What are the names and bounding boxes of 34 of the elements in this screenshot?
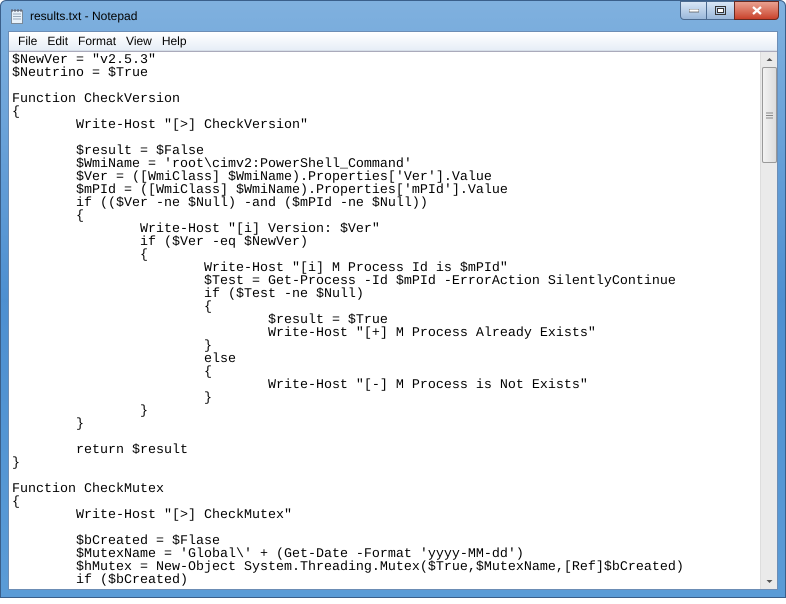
minimize-button[interactable] <box>680 1 707 20</box>
menu-item[interactable]: Format <box>73 32 122 50</box>
minimize-icon <box>688 8 698 12</box>
code-line: Write-Host "[+] M Process Already Exists" <box>266 326 596 341</box>
code-line: { <box>202 300 212 315</box>
maximize-icon <box>715 6 726 15</box>
menu-item[interactable]: View <box>121 32 157 50</box>
code-line: Write-Host "[>] CheckMutex" <box>75 508 292 523</box>
code-line: { <box>12 105 20 120</box>
menu-item[interactable]: Edit <box>42 32 74 50</box>
code-line: if ($bCreated) <box>75 573 188 588</box>
code-line: } <box>202 339 212 354</box>
menu-item[interactable]: Help <box>156 32 192 50</box>
notepad-icon <box>9 8 25 24</box>
code-line: } <box>75 417 84 432</box>
code-line: } <box>12 456 20 471</box>
code-line: Write-Host "[>] CheckVersion" <box>75 118 308 133</box>
close-icon <box>752 6 762 15</box>
vertical-scrollbar[interactable] <box>760 52 777 589</box>
window-title: results.txt - Notepad <box>30 8 138 25</box>
scrollbar-thumb[interactable] <box>762 67 776 163</box>
menu-item[interactable]: File <box>13 32 42 50</box>
grip-icon <box>766 112 772 118</box>
code-line: } <box>202 391 212 406</box>
code-line: $Neutrino = $True <box>12 66 148 81</box>
code-line: Write-Host "[-] M Process is Not Exists" <box>266 378 588 393</box>
close-button[interactable] <box>734 1 779 20</box>
maximize-button[interactable] <box>707 1 734 20</box>
code-line: { <box>138 248 148 263</box>
code-line: { <box>75 209 84 224</box>
code-line: return $result <box>75 443 188 458</box>
code-line: { <box>12 495 20 510</box>
code-line: } <box>138 404 148 419</box>
code-line: { <box>202 365 212 380</box>
